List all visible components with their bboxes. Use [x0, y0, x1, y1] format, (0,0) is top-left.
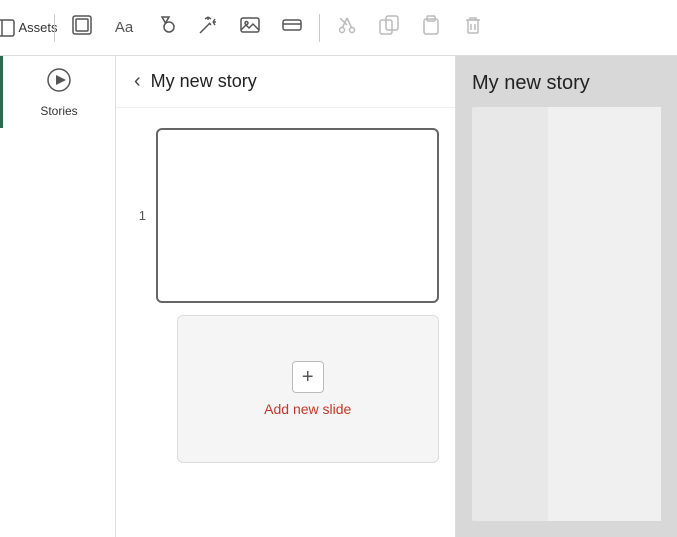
back-icon: ‹	[134, 70, 141, 93]
magic-icon	[197, 14, 219, 41]
image-preview-icon	[71, 14, 93, 41]
add-new-slide-button[interactable]: + Add new slide	[177, 315, 440, 463]
sidebar-item-stories[interactable]: Stories	[0, 56, 115, 128]
cut-icon	[336, 14, 358, 41]
add-slide-plus-icon: +	[292, 361, 324, 393]
shapes-button[interactable]	[147, 9, 185, 47]
add-slide-row: + Add new slide	[132, 315, 439, 463]
stories-panel: ‹ My new story 1 + Add new slide	[116, 56, 456, 537]
image-icon	[239, 14, 261, 41]
shapes-icon	[155, 14, 177, 41]
panel-header: ‹ My new story	[116, 56, 455, 108]
text-icon: Aa	[115, 19, 133, 36]
back-button[interactable]: ‹	[132, 68, 143, 95]
media-icon	[281, 14, 303, 41]
magic-button[interactable]	[189, 9, 227, 47]
paste-button[interactable]	[412, 9, 450, 47]
slide-item-1: 1	[132, 128, 439, 303]
image-button[interactable]	[231, 9, 269, 47]
assets-panel-toggle[interactable]: Assets	[8, 9, 46, 47]
slide-thumbnail-1[interactable]	[156, 128, 439, 303]
toolbar-divider-1	[54, 14, 55, 42]
text-button[interactable]: Aa	[105, 9, 143, 47]
delete-icon	[462, 14, 484, 41]
panel-title: My new story	[151, 71, 257, 92]
canvas-area: My new story	[456, 56, 677, 537]
canvas-story-title: My new story	[472, 72, 661, 95]
sidebar: Stories	[0, 56, 116, 537]
paste-icon	[420, 14, 442, 41]
toolbar: Assets Aa	[0, 0, 677, 56]
image-preview-button[interactable]	[63, 9, 101, 47]
main-area: Stories ‹ My new story 1 +	[0, 56, 677, 537]
media-button[interactable]	[273, 9, 311, 47]
add-slide-label: Add new slide	[264, 401, 351, 417]
toolbar-divider-2	[319, 14, 320, 42]
delete-button[interactable]	[454, 9, 492, 47]
canvas-page-inner	[548, 107, 661, 521]
cut-button[interactable]	[328, 9, 366, 47]
panel-content: 1 + Add new slide	[116, 108, 455, 483]
slide-number-1: 1	[132, 208, 146, 223]
stories-icon	[45, 66, 73, 100]
copy-button[interactable]	[370, 9, 408, 47]
stories-label: Stories	[40, 104, 77, 118]
canvas-page	[472, 107, 661, 521]
copy-icon	[378, 14, 400, 41]
assets-icon: Assets	[0, 19, 58, 37]
